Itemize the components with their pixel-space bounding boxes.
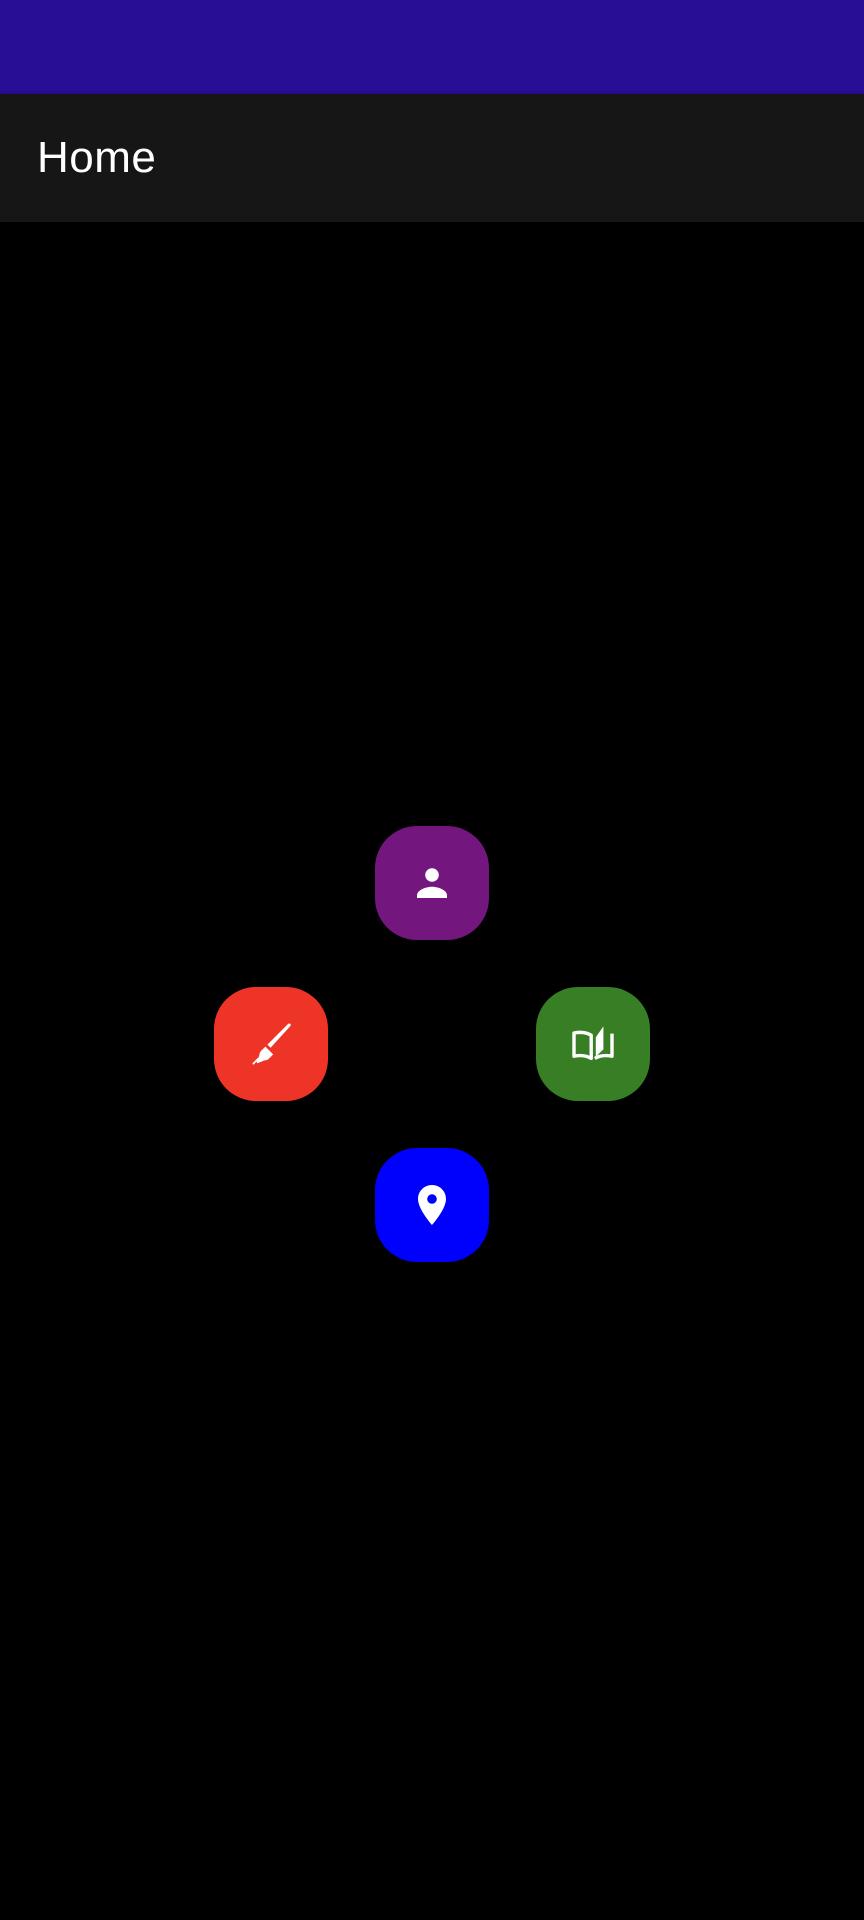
status-bar [0, 0, 864, 94]
read-button[interactable] [536, 987, 650, 1101]
profile-button[interactable] [375, 826, 489, 940]
page-title: Home [37, 133, 157, 182]
person-icon [417, 868, 447, 898]
location-pin-icon [418, 1185, 446, 1225]
home-screen: Home [0, 0, 864, 1920]
main-content [0, 222, 864, 1920]
app-bar: Home [0, 94, 864, 222]
draw-button[interactable] [214, 987, 328, 1101]
book-icon [572, 1026, 614, 1061]
brush-icon [252, 1023, 291, 1065]
location-button[interactable] [375, 1148, 489, 1262]
